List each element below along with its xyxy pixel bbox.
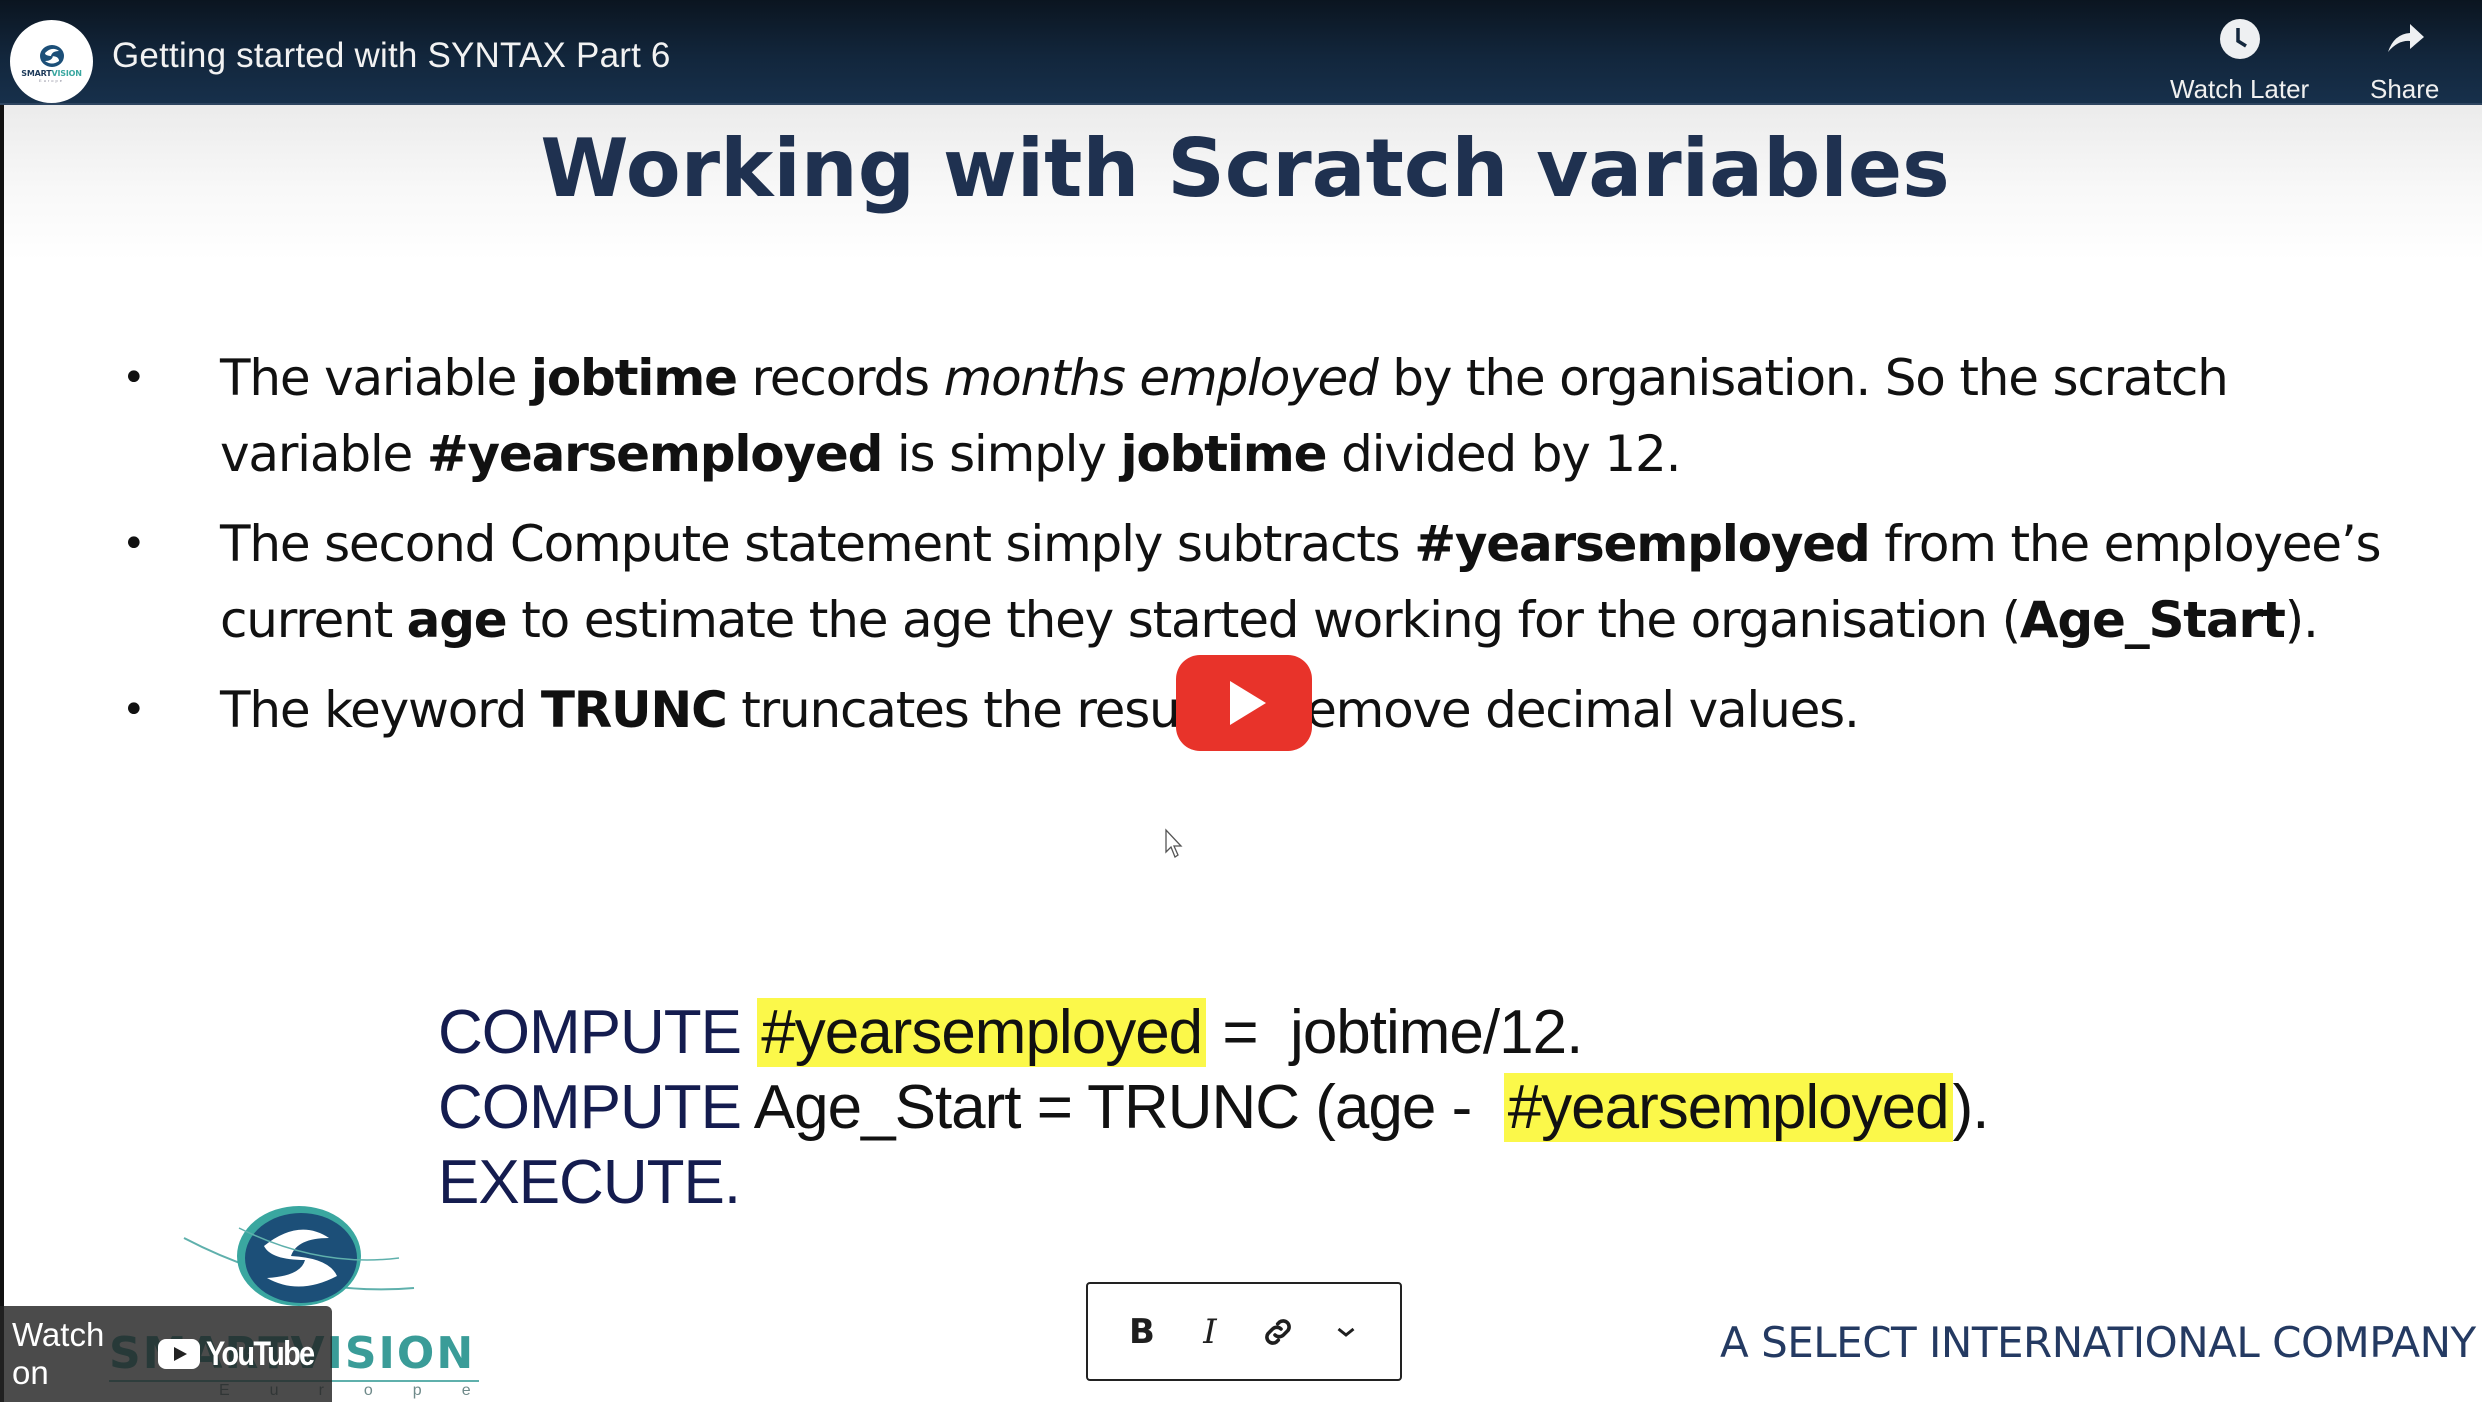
- text-run: ).: [1952, 1073, 1990, 1142]
- italic-button[interactable]: I: [1182, 1304, 1238, 1360]
- share-label: Share: [2370, 74, 2440, 104]
- link-icon: [1265, 1318, 1291, 1345]
- bullet-dot: •: [122, 355, 146, 401]
- bullet-item: • The second Compute statement simply sub…: [122, 506, 2422, 658]
- syntax-code-block: COMPUTE #yearsemployed = jobtime/12. COM…: [438, 995, 1990, 1220]
- text-run: months employed: [943, 349, 1379, 407]
- youtube-logo: YouTube: [157, 1334, 332, 1374]
- text-run: #yearsemployed: [426, 425, 884, 483]
- text-run: to estimate the age they started working…: [506, 591, 2021, 649]
- video-title[interactable]: Getting started with SYNTAX Part 6: [112, 36, 671, 76]
- channel-sub: Europe: [39, 78, 64, 83]
- link-button[interactable]: [1250, 1304, 1306, 1360]
- more-options-button[interactable]: [1318, 1304, 1374, 1360]
- youtube-play-icon[interactable]: [1176, 655, 1312, 751]
- video-header: SMARTVISION Europe Getting started with …: [0, 0, 2482, 105]
- watch-later-button[interactable]: Watch Later: [2170, 18, 2309, 105]
- bullet-dot: •: [122, 687, 146, 733]
- text-run: = jobtime/12.: [1206, 998, 1583, 1067]
- text-run: The variable: [220, 349, 531, 407]
- channel-brand: SMARTVISION: [21, 69, 82, 78]
- code-line: COMPUTE Age_Start = TRUNC (age - #yearse…: [438, 1070, 1990, 1145]
- watch-on-label: Watch on: [12, 1316, 105, 1391]
- text-run: is simply: [882, 425, 1121, 483]
- bullet-item: • The variable jobtime records months emp…: [122, 340, 2422, 492]
- channel-avatar[interactable]: SMARTVISION Europe: [10, 20, 93, 103]
- bullet-text: The second Compute statement simply subt…: [220, 515, 2382, 649]
- bullet-text: The variable jobtime records months empl…: [220, 349, 2229, 483]
- text-run: [741, 998, 757, 1067]
- text-run: jobtime: [1120, 425, 1327, 483]
- watch-later-label: Watch Later: [2170, 74, 2310, 104]
- text-run: Age_Start = TRUNC (age -: [741, 1073, 1504, 1142]
- channel-swirl-icon: [39, 45, 64, 67]
- youtube-wordmark: YouTube: [205, 1334, 315, 1373]
- highlighted-variable: #yearsemployed: [1503, 1073, 1953, 1142]
- bullet-dot: •: [122, 521, 146, 567]
- youtube-icon: [157, 1339, 200, 1369]
- text-run: TRUNC: [540, 681, 728, 739]
- code-line: EXECUTE.: [438, 1145, 1988, 1220]
- swirl-logo-icon: [183, 1206, 415, 1306]
- slide-title: Working with Scratch variables: [540, 122, 1950, 215]
- text-run: The second Compute statement simply subt…: [220, 515, 1415, 573]
- chevron-down-icon: [1337, 1327, 1355, 1337]
- format-toolbar: B I: [1086, 1282, 1402, 1381]
- text-run: The keyword: [220, 681, 541, 739]
- mouse-cursor-icon: [1165, 828, 1183, 858]
- text-run: jobtime: [530, 349, 738, 407]
- clock-icon: [2219, 19, 2260, 59]
- text-run: #yearsemployed: [1414, 515, 1871, 573]
- code-line: COMPUTE #yearsemployed = jobtime/12.: [438, 995, 1988, 1070]
- share-button[interactable]: Share: [2370, 18, 2439, 105]
- watch-on-youtube-button[interactable]: Watch on YouTube: [0, 1306, 332, 1402]
- text-run: age: [406, 591, 508, 649]
- text-run: divided by 12.: [1326, 425, 1681, 483]
- share-arrow-icon: [2387, 24, 2424, 52]
- text-run: records: [736, 349, 944, 407]
- text-run: ).: [2284, 591, 2319, 649]
- bullet-text: The keyword TRUNC truncates the result t…: [220, 681, 1860, 739]
- company-tagline: A SELECT INTERNATIONAL COMPANY: [1720, 1318, 2476, 1367]
- highlighted-variable: #yearsemployed: [757, 998, 1207, 1067]
- text-run: Age_Start: [2019, 591, 2286, 649]
- syntax-keyword: COMPUTE: [438, 998, 742, 1067]
- syntax-keyword: COMPUTE: [438, 1073, 742, 1142]
- bold-button[interactable]: B: [1114, 1304, 1170, 1360]
